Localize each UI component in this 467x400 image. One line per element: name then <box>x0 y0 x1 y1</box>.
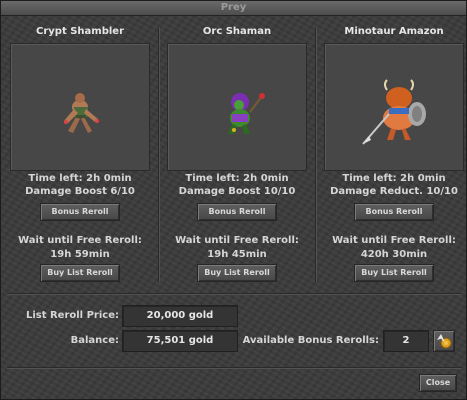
bonus-text: Damage Boost 10/10 <box>178 186 296 197</box>
time-left: Time left: 2h 0min <box>185 173 289 184</box>
buy-list-reroll-button[interactable]: Buy List Reroll <box>197 264 277 282</box>
buy-list-reroll-button[interactable]: Buy List Reroll <box>40 264 120 282</box>
buy-bonus-rerolls-button[interactable] <box>433 330 455 352</box>
time-left: Time left: 2h 0min <box>28 173 132 184</box>
window-title[interactable]: Prey <box>1 1 466 16</box>
creature-name: Minotaur Amazon <box>344 26 444 37</box>
bonus-reroll-button[interactable]: Bonus Reroll <box>40 203 120 221</box>
bonus-text: Damage Boost 6/10 <box>25 186 135 197</box>
wait-label: Wait until Free Reroll: <box>332 235 456 246</box>
creature-name: Orc Shaman <box>202 26 272 37</box>
footer-divider-bottom <box>7 367 462 369</box>
balance-value: 75,501 gold <box>122 330 238 352</box>
crypt-shambler-sprite <box>64 93 99 133</box>
wait-time: 19h 45min <box>207 249 267 260</box>
available-bonus-rerolls-label: Available Bonus Rerolls: <box>242 335 379 346</box>
available-bonus-rerolls-value: 2 <box>383 330 429 352</box>
prey-window: Prey Crypt Shambler Time left: 2h 0min D… <box>0 0 467 400</box>
bonus-reroll-button[interactable]: Bonus Reroll <box>197 203 277 221</box>
wait-time: 420h 30min <box>360 249 428 260</box>
creature-portrait <box>10 43 150 171</box>
buy-list-reroll-button[interactable]: Buy List Reroll <box>354 264 434 282</box>
coin-arrow-icon <box>437 334 452 349</box>
creature-name: Crypt Shambler <box>36 26 124 37</box>
creature-portrait <box>167 43 307 171</box>
wait-label: Wait until Free Reroll: <box>18 235 142 246</box>
list-reroll-price-value: 20,000 gold <box>122 305 238 327</box>
footer-divider <box>7 293 462 295</box>
balance-label: Balance: <box>70 335 119 346</box>
wait-time: 19h 59min <box>50 249 110 260</box>
close-button[interactable]: Close <box>419 374 457 392</box>
bonus-reroll-button[interactable]: Bonus Reroll <box>354 203 434 221</box>
time-left: Time left: 2h 0min <box>342 173 446 184</box>
bonus-text: Damage Reduct. 10/10 <box>330 186 458 197</box>
creature-portrait <box>324 43 464 171</box>
minotaur-amazon-sprite <box>362 79 426 145</box>
list-reroll-price-label: List Reroll Price: <box>25 310 119 321</box>
orc-shaman-sprite <box>228 93 265 134</box>
wait-label: Wait until Free Reroll: <box>175 235 299 246</box>
